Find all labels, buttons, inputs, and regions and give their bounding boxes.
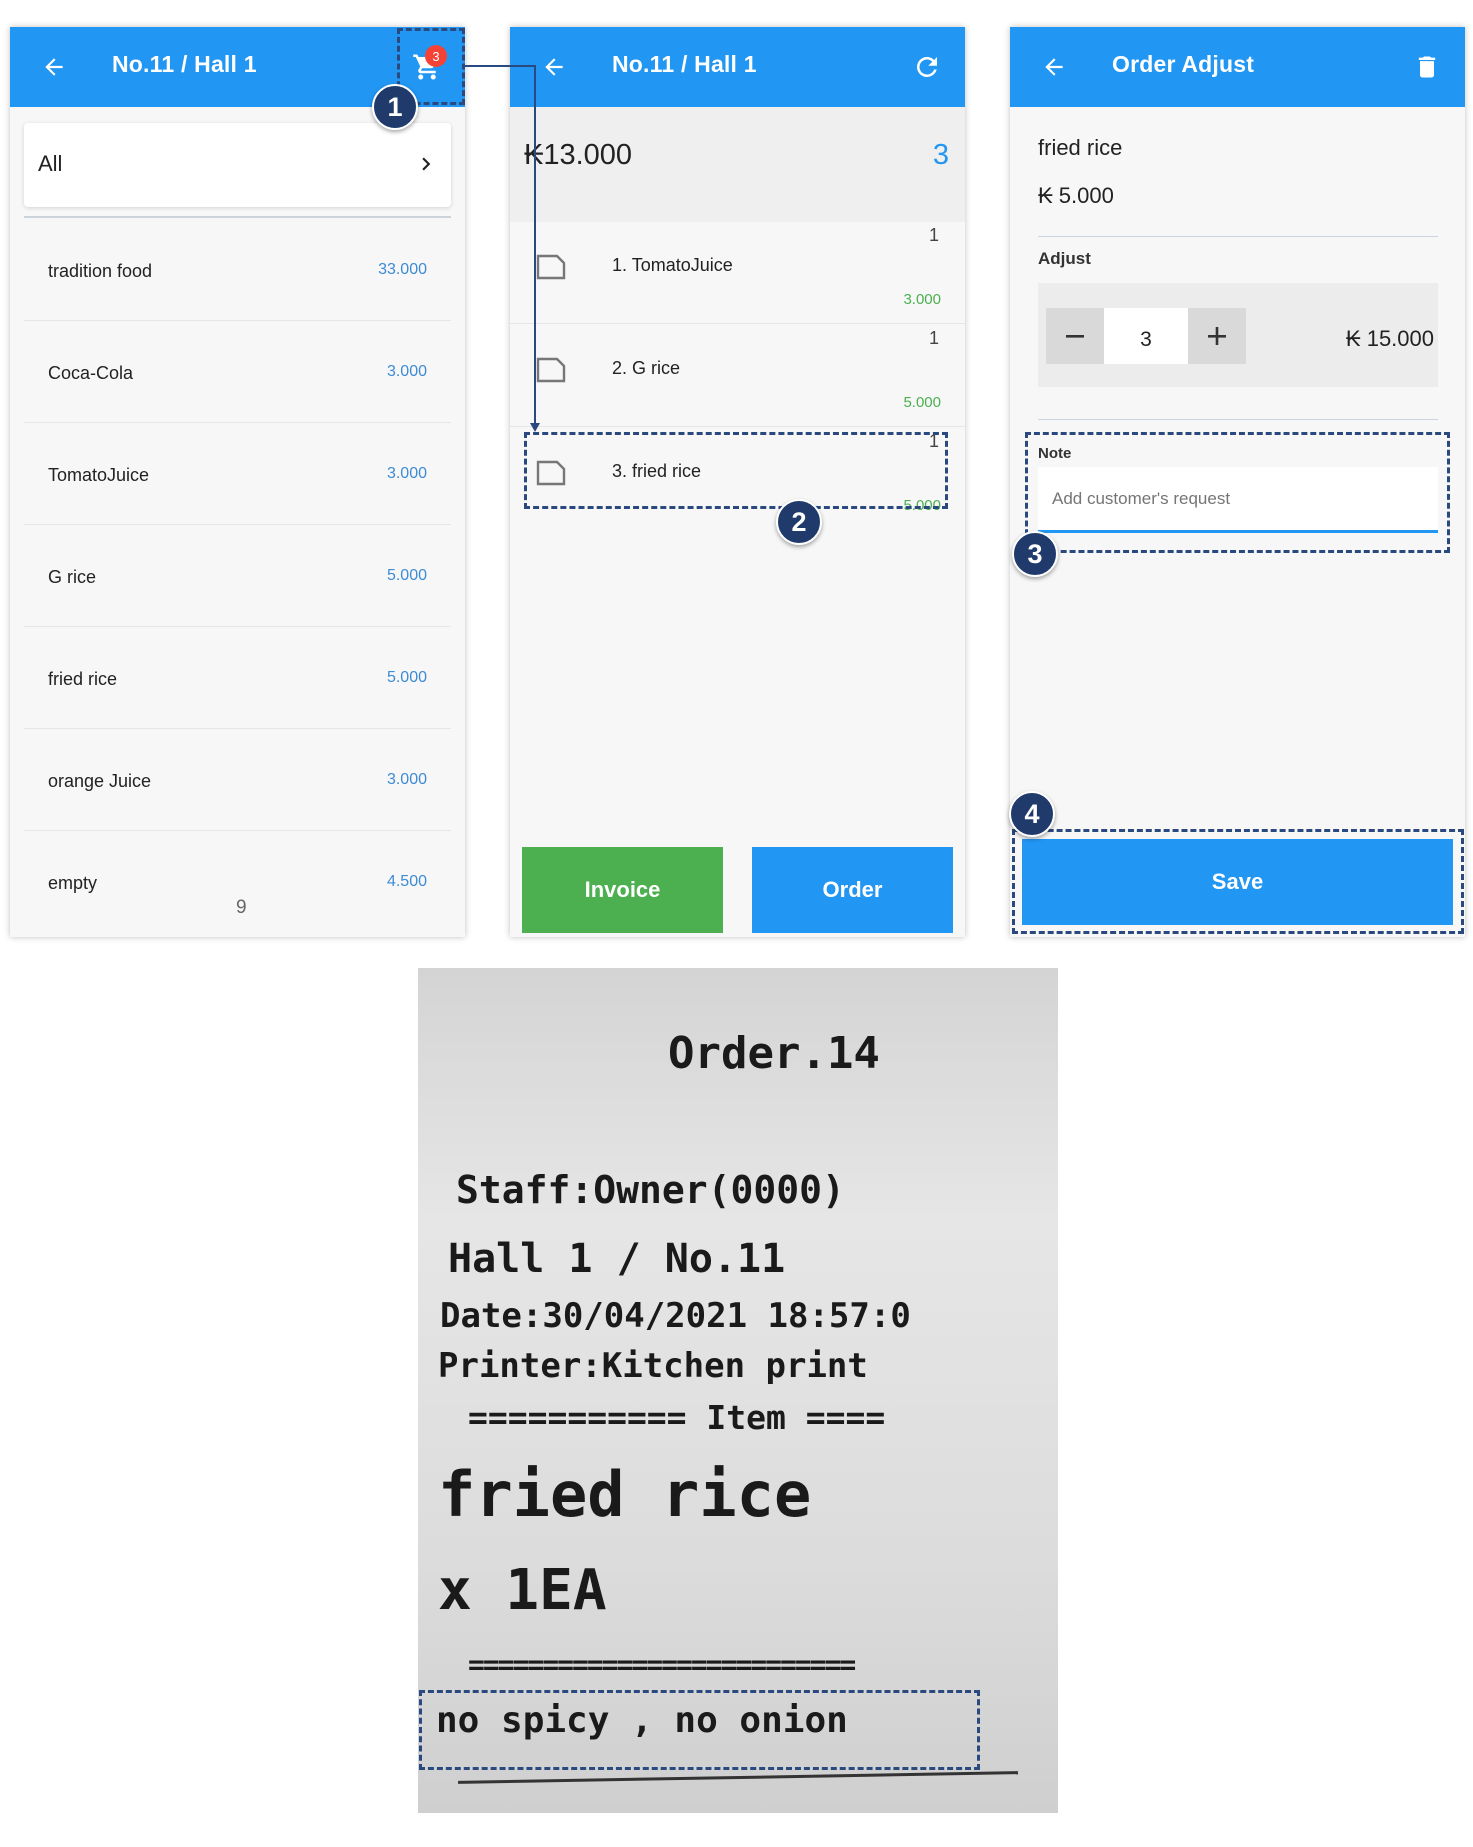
menu-screen: No.11 / Hall 1 3 All tradition food 33.00… <box>10 27 465 937</box>
plus-icon <box>1208 327 1226 345</box>
quantity-value[interactable]: 3 <box>1104 308 1188 364</box>
minus-icon <box>1066 335 1084 338</box>
back-button[interactable] <box>1032 45 1076 89</box>
refresh-button[interactable] <box>903 43 951 91</box>
table-title: No.11 / Hall 1 <box>112 51 257 77</box>
quantity-adjuster: 3 ₭ 15.000 <box>1038 283 1438 387</box>
adjust-label: Adjust <box>1038 249 1091 268</box>
chevron-right-icon <box>422 157 431 171</box>
highlight-receipt-note <box>419 1690 980 1770</box>
divider <box>1038 236 1438 237</box>
adjusted-total: ₭ 15.000 <box>1345 326 1434 351</box>
delete-button[interactable] <box>1403 43 1451 91</box>
menu-item[interactable]: TomatoJuice 3.000 <box>24 423 451 525</box>
arrow-left-icon <box>545 58 563 76</box>
menu-item-name: G rice <box>48 567 97 587</box>
receipt-separator: ========================== <box>468 1648 856 1681</box>
cart-item[interactable]: 2. G rice 1 5.000 <box>510 325 965 427</box>
receipt-staff: Staff:Owner(0000) <box>456 1168 845 1212</box>
invoice-button[interactable]: Invoice <box>522 847 723 933</box>
callout-1: 1 <box>372 84 418 130</box>
menu-item-name: Coca-Cola <box>48 363 134 383</box>
back-button[interactable] <box>32 45 76 89</box>
kitchen-receipt: Order.14 Staff:Owner(0000) Hall 1 / No.1… <box>418 968 1058 1813</box>
receipt-order: Order.14 <box>668 1028 880 1079</box>
receipt-rule <box>458 1771 1018 1784</box>
order-item-count: 3 <box>932 139 949 171</box>
menu-item-name: empty <box>48 873 98 893</box>
highlight-save <box>1012 829 1464 934</box>
cart-item-name: 2. G rice <box>612 358 681 378</box>
menu-item-price: 3.000 <box>386 363 427 380</box>
divider <box>24 216 451 218</box>
menu-item[interactable]: tradition food 33.000 <box>24 219 451 321</box>
category-selector[interactable]: All <box>24 123 451 207</box>
decrement-button[interactable] <box>1046 308 1104 364</box>
highlight-note <box>1025 432 1450 553</box>
menu-item-name: TomatoJuice <box>48 465 150 485</box>
menu-item[interactable]: G rice 5.000 <box>24 525 451 627</box>
receipt-date: Date:30/04/2021 18:57:0 <box>440 1296 911 1336</box>
screen-title: Order Adjust <box>1112 51 1255 77</box>
order-total: ₭13.000 <box>524 139 633 171</box>
menu-item[interactable]: fried rice 5.000 <box>24 627 451 729</box>
order-summary: ₭13.000 3 <box>510 107 965 222</box>
menu-item[interactable]: orange Juice 3.000 <box>24 729 451 831</box>
menu-item-name: orange Juice <box>48 771 152 791</box>
order-button[interactable]: Order <box>752 847 953 933</box>
trash-icon <box>1418 56 1436 78</box>
category-label: All <box>38 151 63 176</box>
receipt-item-name: fried rice <box>438 1458 812 1531</box>
cart-item-name: 1. TomatoJuice <box>612 255 733 275</box>
receipt-location: Hall 1 / No.11 <box>448 1236 786 1282</box>
menu-list: tradition food 33.000 Coca-Cola 3.000 Toma… <box>24 219 451 933</box>
menu-item-name: tradition food <box>48 261 153 281</box>
refresh-icon <box>917 57 937 77</box>
menu-item-price: 5.000 <box>386 567 427 584</box>
arrow-left-icon <box>1045 58 1063 76</box>
product-name: fried rice <box>1038 135 1123 160</box>
cart-item-price: 3.000 <box>903 291 941 308</box>
callout-2: 2 <box>776 499 822 545</box>
menu-item-price: 33.000 <box>378 261 427 278</box>
receipt-item-header: =========== Item ==== <box>468 1398 886 1437</box>
cart-item-price: 5.000 <box>903 394 941 411</box>
menu-item-price: 3.000 <box>386 771 427 788</box>
document-icon <box>536 254 566 280</box>
back-button[interactable] <box>532 45 576 89</box>
menu-item-name: fried rice <box>48 669 118 689</box>
page-number: 9 <box>236 897 247 918</box>
cart-item-qty: 1 <box>928 328 939 348</box>
callout-4: 4 <box>1009 791 1055 837</box>
receipt-item-qty: x 1EA <box>438 1558 607 1623</box>
menu-item-price: 3.000 <box>386 465 427 482</box>
product-price: ₭ 5.000 <box>1038 183 1114 208</box>
cart-item[interactable]: 1. TomatoJuice 1 3.000 <box>510 222 965 324</box>
menu-item[interactable]: Coca-Cola 3.000 <box>24 321 451 423</box>
app-bar: Order Adjust <box>1010 27 1465 107</box>
table-title: No.11 / Hall 1 <box>612 51 757 77</box>
menu-item-price: 4.500 <box>386 873 427 890</box>
divider <box>1038 419 1438 420</box>
callout-3: 3 <box>1012 531 1058 577</box>
arrow-left-icon <box>45 58 63 76</box>
highlight-cart-item <box>524 432 948 509</box>
menu-item-price: 5.000 <box>386 669 427 686</box>
increment-button[interactable] <box>1188 308 1246 364</box>
cart-item-qty: 1 <box>928 225 939 245</box>
receipt-printer: Printer:Kitchen print <box>438 1346 868 1386</box>
document-icon <box>536 357 566 383</box>
app-bar: No.11 / Hall 1 <box>510 27 965 107</box>
